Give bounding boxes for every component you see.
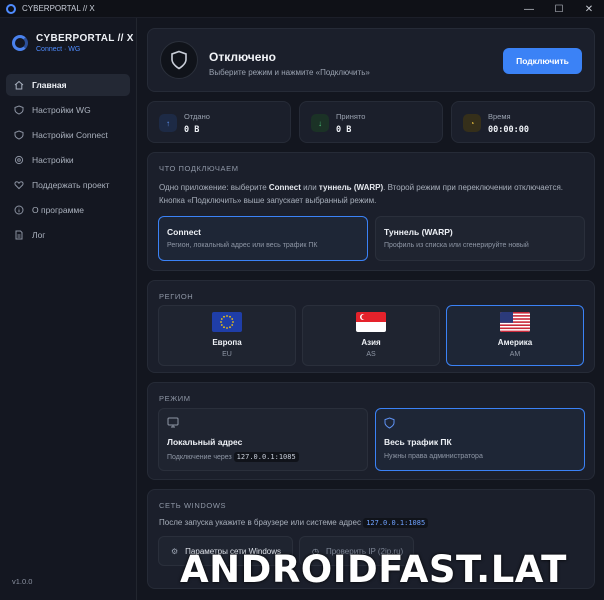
proxy-address-code: 127.0.0.1:1085 [363,518,429,528]
arrow-up-icon: ↑ [159,114,177,132]
gear-icon: ⚙ [171,546,179,556]
local-address-code: 127.0.0.1:1085 [233,452,299,462]
heart-icon [13,180,24,191]
section-title: ЧТО ПОДКЛЮЧАЕМ [159,164,239,173]
info-icon [13,205,24,216]
minimize-button[interactable]: — [514,0,544,18]
stat-value: 0 B [336,125,352,135]
status-title: Отключено [209,50,276,64]
brand-subtitle: Connect · WG [36,46,81,53]
region-name: Азия [361,338,381,347]
sidebar-item-label: Лог [32,230,46,240]
option-title: Туннель (WARP) [384,227,453,237]
shield-icon [13,105,24,116]
connect-button[interactable]: Подключить [503,48,582,74]
clock-icon: ◔ [463,114,481,132]
region-america[interactable]: Америка AM [446,305,584,366]
status-card: Отключено Выберите режим и нажмите «Подк… [147,28,595,92]
section-title: СЕТЬ WINDOWS [159,501,227,510]
sidebar-item-support[interactable]: Поддержать проект [6,174,130,196]
monitor-icon [167,417,179,431]
stat-label: Время [488,112,511,121]
arrow-down-icon: ↓ [311,114,329,132]
mode-local-address[interactable]: Локальный адрес Подключение через 127.0.… [158,408,368,471]
region-name: Америка [497,338,533,347]
brand-name: CYBERPORTAL // X [36,33,134,44]
desc-text: Одно приложение: выберите [159,183,269,192]
option-connect[interactable]: Connect Регион, локальный адрес или весь… [158,216,368,261]
what-card: ЧТО ПОДКЛЮЧАЕМ Одно приложение: выберите… [147,152,595,271]
region-name: Европа [212,338,242,347]
what-description: Одно приложение: выберите Connect или ту… [159,181,587,207]
app-version: v1.0.0 [12,577,33,586]
shield-icon [13,130,24,141]
title-bar: CYBERPORTAL // X — ☐ ✕ [0,0,604,18]
sidebar-item-label: Главная [32,80,67,90]
app-logo-icon [6,3,16,14]
shield-icon [384,417,395,432]
sidebar-item-wg-settings[interactable]: Настройки WG [6,99,130,121]
region-code: EU [222,351,232,358]
sidebar-item-about[interactable]: О программе [6,199,130,221]
desc-bold: туннель (WARP) [318,183,384,192]
mode-title: Весь трафик ПК [384,437,452,447]
sidebar-item-settings[interactable]: Настройки [6,149,130,171]
sidebar-item-label: Настройки WG [32,105,91,115]
window-controls: — ☐ ✕ [514,0,604,18]
sidebar-nav: Главная Настройки WG Настройки Connect Н… [6,74,130,249]
window-title: CYBERPORTAL // X [22,4,95,13]
stat-time: ◔ Время 00:00:00 [451,101,595,143]
stat-label: Принято [336,112,366,121]
desc-bold: Connect [268,183,301,192]
stat-sent: ↑ Отдано 0 B [147,101,291,143]
brand-logo-icon [12,35,28,51]
option-subtitle: Профиль из списка или сгенерируйте новый [384,242,529,249]
sidebar-item-label: Поддержать проект [32,180,110,190]
windows-description: После запуска укажите в браузере или сис… [159,518,429,528]
sidebar-item-home[interactable]: Главная [6,74,130,96]
region-europe[interactable]: Европа EU [158,305,296,366]
region-code: AM [509,351,521,358]
section-title: РЕЖИМ [159,394,191,403]
option-subtitle: Регион, локальный адрес или весь трафик … [167,242,318,249]
status-shield-icon [160,41,198,79]
stat-received: ↓ Принято 0 B [299,101,443,143]
singapore-flag-icon [356,312,386,332]
sidebar-item-label: О программе [32,205,85,215]
maximize-button[interactable]: ☐ [544,0,574,18]
sidebar: CYBERPORTAL // X Connect · WG Главная На… [0,18,137,600]
mode-subtitle: Нужны права администратора [384,453,483,460]
close-button[interactable]: ✕ [574,0,604,18]
mode-title: Локальный адрес [167,437,243,447]
brand: CYBERPORTAL // X Connect · WG [12,33,134,53]
option-title: Connect [167,227,201,237]
region-code: AS [366,351,376,358]
option-warp[interactable]: Туннель (WARP) Профиль из списка или сге… [375,216,585,261]
mode-subtitle-text: Подключение через [167,454,232,461]
sidebar-item-log[interactable]: Лог [6,224,130,246]
sidebar-item-label: Настройки [32,155,74,165]
status-subtitle: Выберите режим и нажмите «Подключить» [209,68,370,77]
mode-card: РЕЖИМ Локальный адрес Подключение через … [147,382,595,480]
sidebar-item-connect-settings[interactable]: Настройки Connect [6,124,130,146]
section-title: РЕГИОН [159,292,194,301]
region-card: РЕГИОН Европа EU Азия AS Америка AM [147,280,595,373]
desc-text: Кнопка «Подключить» выше запускает выбра… [159,196,377,205]
region-asia[interactable]: Азия AS [302,305,440,366]
stat-value: 0 B [184,125,200,135]
stat-label: Отдано [184,112,210,121]
watermark-text: ANDROIDFAST.LAT [180,548,567,591]
gear-icon [13,155,24,166]
home-icon [13,80,24,91]
usa-flag-icon [500,312,530,332]
eu-flag-icon [212,312,242,332]
stat-value: 00:00:00 [488,125,529,135]
desc-text: . Второй режим при переключении отключае… [383,183,564,192]
document-icon [13,230,24,241]
windows-description-text: После запуска укажите в браузере или сис… [159,518,361,527]
sidebar-item-label: Настройки Connect [32,130,108,140]
mode-subtitle: Подключение через 127.0.0.1:1085 [167,452,299,462]
desc-text: или [300,183,319,192]
mode-all-traffic[interactable]: Весь трафик ПК Нужны права администратор… [375,408,585,471]
